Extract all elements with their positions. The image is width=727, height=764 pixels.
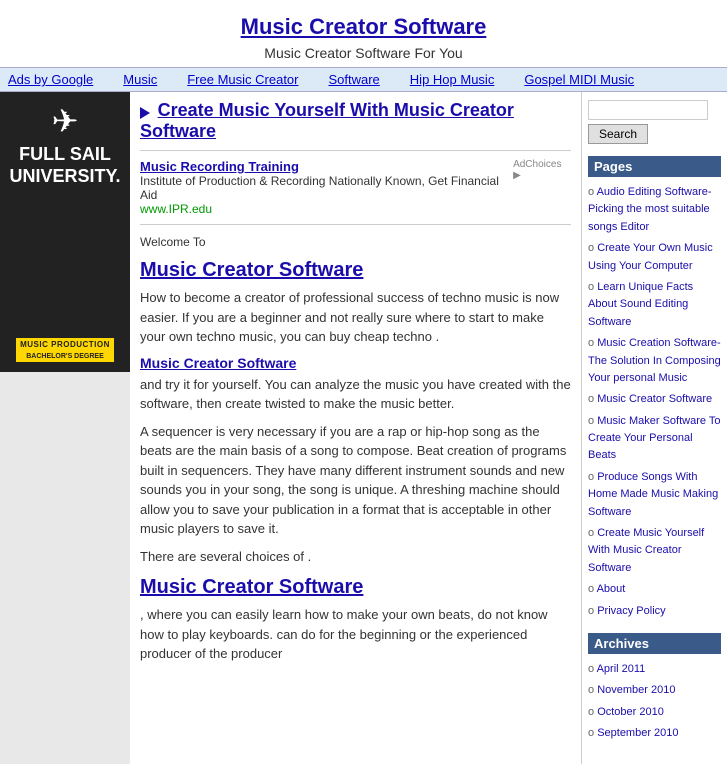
site-title[interactable]: Music Creator Software: [0, 10, 727, 41]
archives-list-item: October 2010: [588, 701, 721, 722]
pages-list-item: Music Creation Software- The Solution In…: [588, 332, 721, 388]
pages-link-7[interactable]: Create Music Yourself With Music Creator…: [588, 527, 704, 574]
nav-item-5[interactable]: Gospel MIDI Music: [524, 72, 634, 87]
archives-title: Archives: [588, 633, 721, 654]
section1-body2: and try it for yourself. You can analyze…: [140, 375, 571, 414]
pages-list-item: Produce Songs With Home Made Music Makin…: [588, 466, 721, 522]
main-ad-title[interactable]: Create Music Yourself With Music Creator…: [140, 100, 514, 141]
nav-item-0[interactable]: Ads by Google: [8, 72, 93, 87]
nav-item-3[interactable]: Software: [328, 72, 379, 87]
nav-item-2[interactable]: Free Music Creator: [187, 72, 298, 87]
site-header: Music Creator Software Music Creator Sof…: [0, 0, 727, 67]
site-title-link[interactable]: Music Creator Software: [241, 14, 487, 39]
pages-link-2[interactable]: Learn Unique Facts About Sound Editing S…: [588, 281, 693, 328]
right-sidebar: Search Pages Audio Editing Software- Pic…: [582, 92, 727, 764]
section1-body1: How to become a creator of professional …: [140, 288, 571, 347]
pages-link-6[interactable]: Produce Songs With Home Made Music Makin…: [588, 471, 718, 518]
archives-link-3[interactable]: September 2010: [597, 727, 678, 739]
pages-list-item: Music Maker Software To Create Your Pers…: [588, 410, 721, 466]
site-subtitle: Music Creator Software For You: [0, 45, 727, 61]
search-input[interactable]: [588, 100, 708, 120]
archives-list-item: April 2011: [588, 658, 721, 679]
section1-link[interactable]: Music Creator Software: [140, 355, 571, 371]
archives-section: Archives April 2011 November 2010 October …: [588, 633, 721, 744]
section1-body3: A sequencer is very necessary if you are…: [140, 422, 571, 539]
pages-list-item: Create Music Yourself With Music Creator…: [588, 522, 721, 578]
pages-list-item: Learn Unique Facts About Sound Editing S…: [588, 276, 721, 332]
school-name: FULL SAIL UNIVERSITY.: [9, 144, 120, 187]
archives-link-0[interactable]: April 2011: [597, 663, 646, 675]
pages-link-1[interactable]: Create Your Own Music Using Your Compute…: [588, 242, 713, 271]
sub-ad-desc: Institute of Production & Recording Nati…: [140, 174, 513, 202]
pages-link-0[interactable]: Audio Editing Software- Picking the most…: [588, 186, 712, 233]
search-button[interactable]: Search: [588, 124, 648, 144]
archives-link-1[interactable]: November 2010: [597, 684, 675, 696]
pages-link-4[interactable]: Music Creator Software: [597, 393, 712, 405]
school-program: MUSIC PRODUCTION BACHELOR'S DEGREE: [16, 278, 114, 362]
section2-title[interactable]: Music Creator Software: [140, 576, 571, 599]
pages-link-3[interactable]: Music Creation Software- The Solution In…: [588, 337, 721, 384]
sub-ad-title[interactable]: Music Recording Training: [140, 159, 513, 174]
pages-title: Pages: [588, 156, 721, 177]
pages-link-9[interactable]: Privacy Policy: [597, 605, 665, 617]
sub-ad-url[interactable]: www.IPR.edu: [140, 202, 513, 216]
nav-item-1[interactable]: Music: [123, 72, 157, 87]
nav-item-4[interactable]: Hip Hop Music: [410, 72, 495, 87]
pages-list-item: Create Your Own Music Using Your Compute…: [588, 237, 721, 276]
archives-list-item: September 2010: [588, 722, 721, 743]
pages-section: Pages Audio Editing Software- Picking th…: [588, 156, 721, 621]
section2-body1: , where you can easily learn how to make…: [140, 605, 571, 664]
welcome-text: Welcome To: [140, 235, 571, 249]
left-sidebar: ✈ FULL SAIL UNIVERSITY. MUSIC PRODUCTION…: [0, 92, 130, 764]
pages-list-item: Audio Editing Software- Picking the most…: [588, 181, 721, 237]
pages-link-8[interactable]: About: [597, 583, 626, 595]
plane-icon: ✈: [52, 102, 79, 140]
archives-list-item: November 2010: [588, 679, 721, 700]
pages-list-item: Music Creator Software: [588, 388, 721, 409]
nav-bar: Ads by Google Music Free Music Creator Soft…: [0, 67, 727, 92]
pages-list-item: Privacy Policy: [588, 600, 721, 621]
pages-link-5[interactable]: Music Maker Software To Create Your Pers…: [588, 415, 720, 462]
search-box: Search: [588, 100, 721, 144]
left-ad[interactable]: ✈ FULL SAIL UNIVERSITY. MUSIC PRODUCTION…: [0, 92, 130, 372]
ad-choices: AdChoices ▶: [513, 159, 571, 181]
top-ad-section: Create Music Yourself With Music Creator…: [140, 100, 571, 225]
main-layout: ✈ FULL SAIL UNIVERSITY. MUSIC PRODUCTION…: [0, 92, 727, 764]
pages-list: Audio Editing Software- Picking the most…: [588, 181, 721, 621]
archives-list: April 2011 November 2010 October 2010 Septe…: [588, 658, 721, 744]
content-area: Create Music Yourself With Music Creator…: [130, 92, 582, 764]
ad-triangle-icon: [140, 107, 150, 119]
archives-link-2[interactable]: October 2010: [597, 706, 664, 718]
section1-title[interactable]: Music Creator Software: [140, 259, 571, 282]
pages-list-item: About: [588, 578, 721, 599]
section1-body4: There are several choices of .: [140, 547, 571, 567]
